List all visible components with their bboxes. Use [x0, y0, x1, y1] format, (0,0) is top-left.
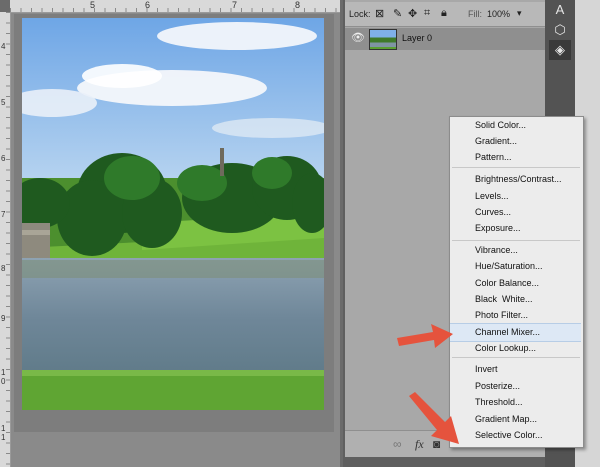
layer-thumbnail	[369, 29, 397, 50]
ruler-number: 5	[90, 0, 96, 10]
menu-item-brightness-contrast[interactable]: Brightness/Contrast...	[475, 171, 580, 187]
menu-item-photo-filter[interactable]: Photo Filter...	[475, 307, 580, 323]
character-panel-icon[interactable]: A	[549, 0, 571, 20]
ruler-number: 7	[232, 0, 238, 10]
ruler-number: 8	[295, 0, 301, 10]
lock-label: Lock:	[349, 9, 371, 19]
layers-icon[interactable]: ◈	[549, 40, 571, 60]
menu-item-curves[interactable]: Curves...	[475, 204, 580, 220]
menu-item-selective-color[interactable]: Selective Color...	[475, 427, 580, 443]
menu-item-color-lookup[interactable]: Color Lookup...	[475, 340, 580, 356]
ruler-number: 9	[1, 314, 6, 323]
menu-item-levels[interactable]: Levels...	[475, 188, 580, 204]
menu-item-vibrance[interactable]: Vibrance...	[475, 242, 580, 258]
annotation-arrow-icon	[409, 392, 459, 444]
menu-item-threshold[interactable]: Threshold...	[475, 394, 580, 410]
ruler-number: 8	[1, 264, 6, 273]
menu-item-channel-mixer[interactable]: Channel Mixer...	[475, 324, 580, 340]
ruler-number: 1 1	[1, 424, 6, 442]
landscape-photo[interactable]	[22, 18, 324, 410]
menu-item-pattern[interactable]: Pattern...	[475, 149, 580, 165]
left-ruler: 4 5 6 7 8 9 1 0 1 1	[0, 12, 11, 467]
ruler-number: 5	[1, 98, 6, 107]
menu-separator	[452, 167, 580, 168]
ruler-number: 1 0	[1, 368, 6, 386]
ruler-number: 7	[1, 210, 6, 219]
layer-row[interactable]: 👁︎ Layer 0	[345, 28, 545, 50]
chevron-down-icon[interactable]: ▾	[517, 8, 522, 19]
ruler-number: 6	[145, 0, 151, 10]
menu-item-posterize[interactable]: Posterize...	[475, 378, 580, 394]
ruler-number: 4	[1, 42, 6, 51]
fill-value[interactable]: 100%	[487, 9, 510, 19]
menu-item-hue-saturation[interactable]: Hue/Saturation...	[475, 258, 580, 274]
brush-icon[interactable]: ✎	[393, 7, 402, 20]
annotation-arrow-icon	[397, 324, 453, 348]
menu-item-gradient-map[interactable]: Gradient Map...	[475, 411, 580, 427]
top-ruler: 5 6 7 8	[10, 0, 340, 13]
artboard-icon[interactable]: ⌗	[424, 7, 430, 20]
landscape-image	[22, 18, 324, 410]
menu-item-solid-color[interactable]: Solid Color...	[475, 117, 580, 133]
cube-icon[interactable]: ⬡	[549, 20, 571, 40]
move-icon[interactable]: ✥	[408, 7, 417, 20]
menu-item-exposure[interactable]: Exposure...	[475, 220, 580, 236]
padlock-icon[interactable]: 🔒︎	[441, 7, 447, 20]
fill-label: Fill:	[468, 9, 482, 19]
lock-transparent-icon[interactable]: ⊠	[375, 7, 384, 20]
menu-item-invert[interactable]: Invert	[475, 361, 580, 377]
menu-item-color-balance[interactable]: Color Balance...	[475, 275, 580, 291]
lock-row: Lock: ⊠ ✎ ✥ ⌗ 🔒︎ Fill: 100% ▾	[345, 2, 545, 27]
menu-separator	[452, 240, 580, 241]
eye-icon[interactable]: 👁︎	[351, 31, 365, 44]
layer-name[interactable]: Layer 0	[402, 33, 432, 43]
menu-separator	[452, 357, 580, 358]
menu-item-gradient[interactable]: Gradient...	[475, 133, 580, 149]
menu-item-black-white[interactable]: Black White...	[475, 291, 580, 307]
ruler-number: 6	[1, 154, 6, 163]
link-icon[interactable]: ∞	[393, 437, 402, 451]
